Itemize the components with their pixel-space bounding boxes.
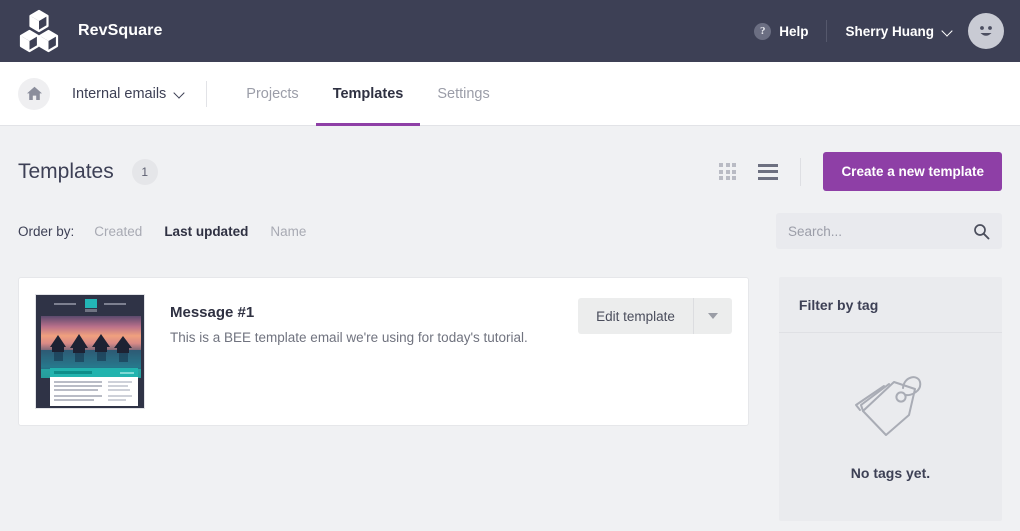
- workspace-selector[interactable]: Internal emails: [72, 86, 184, 102]
- main-content: Message #1 This is a BEE template email …: [0, 249, 1020, 521]
- no-tags-text: No tags yet.: [850, 465, 931, 481]
- caret-down-icon: [707, 313, 718, 319]
- tab-label: Projects: [246, 85, 299, 102]
- cubes-logo-icon: [19, 9, 59, 53]
- help-button[interactable]: ? Help: [754, 22, 809, 40]
- tab-templates[interactable]: Templates: [315, 62, 421, 126]
- order-by-created[interactable]: Created: [94, 224, 142, 239]
- grid-view-icon[interactable]: [719, 163, 737, 180]
- page-header: Templates 1 Create a new template: [0, 126, 1020, 191]
- order-by-label: Order by:: [18, 223, 75, 239]
- nav-divider: [206, 80, 208, 107]
- email-template-thumbnail-image: [36, 295, 144, 408]
- template-info: Message #1 This is a BEE template email …: [170, 294, 578, 345]
- filter-by-tag-empty-state: No tags yet.: [779, 333, 1002, 521]
- app-header: RevSquare ? Help Sherry Huang: [0, 0, 1020, 62]
- workspace-label: Internal emails: [72, 85, 167, 102]
- chevron-down-icon: [175, 89, 184, 98]
- filter-row: Order by: Created Last updated Name: [0, 191, 1020, 249]
- template-description: This is a BEE template email we're using…: [170, 330, 528, 345]
- smiley-avatar-icon: [980, 26, 992, 36]
- template-dropdown-button[interactable]: [693, 298, 732, 334]
- user-name: Sherry Huang: [845, 23, 934, 39]
- home-icon: [26, 86, 42, 100]
- list-view-icon[interactable]: [758, 163, 779, 180]
- template-thumbnail[interactable]: [35, 294, 145, 409]
- chevron-down-icon: [943, 27, 952, 36]
- home-button[interactable]: [18, 77, 50, 110]
- avatar[interactable]: [968, 13, 1004, 49]
- template-name: Message #1: [170, 304, 255, 321]
- header-divider: [826, 20, 828, 42]
- tab-settings[interactable]: Settings: [420, 62, 506, 125]
- create-new-template-button[interactable]: Create a new template: [823, 152, 1002, 191]
- brand[interactable]: RevSquare: [18, 9, 163, 53]
- help-label: Help: [779, 23, 809, 39]
- brand-name: RevSquare: [78, 22, 163, 39]
- tab-label: Settings: [437, 85, 490, 102]
- template-list-item[interactable]: Message #1 This is a BEE template email …: [18, 277, 749, 426]
- page-header-actions: Create a new template: [719, 152, 1002, 191]
- user-menu[interactable]: Sherry Huang: [845, 24, 952, 39]
- nav-tabs: Projects Templates Settings: [229, 62, 506, 126]
- order-by-last-updated[interactable]: Last updated: [164, 224, 248, 239]
- question-circle-icon: ?: [754, 22, 772, 40]
- tag-icon: [855, 376, 922, 436]
- edit-template-button[interactable]: Edit template: [578, 298, 693, 334]
- template-count-badge: 1: [131, 158, 158, 185]
- tab-projects[interactable]: Projects: [229, 62, 315, 125]
- actions-divider: [800, 157, 802, 186]
- filter-by-tag-title: Filter by tag: [778, 277, 1002, 333]
- tab-label: Templates: [332, 85, 404, 102]
- search-icon[interactable]: [973, 223, 990, 240]
- order-by-name[interactable]: Name: [270, 224, 306, 239]
- main-nav: Internal emails Projects Templates Setti…: [0, 62, 1020, 126]
- template-actions: Edit template: [578, 298, 732, 334]
- page-title: Templates: [18, 159, 114, 183]
- search-box[interactable]: [776, 213, 1002, 249]
- header-right: ? Help Sherry Huang: [754, 13, 1004, 49]
- search-input[interactable]: [788, 223, 973, 239]
- filter-by-tag-panel: Filter by tag No tags yet.: [778, 277, 1002, 521]
